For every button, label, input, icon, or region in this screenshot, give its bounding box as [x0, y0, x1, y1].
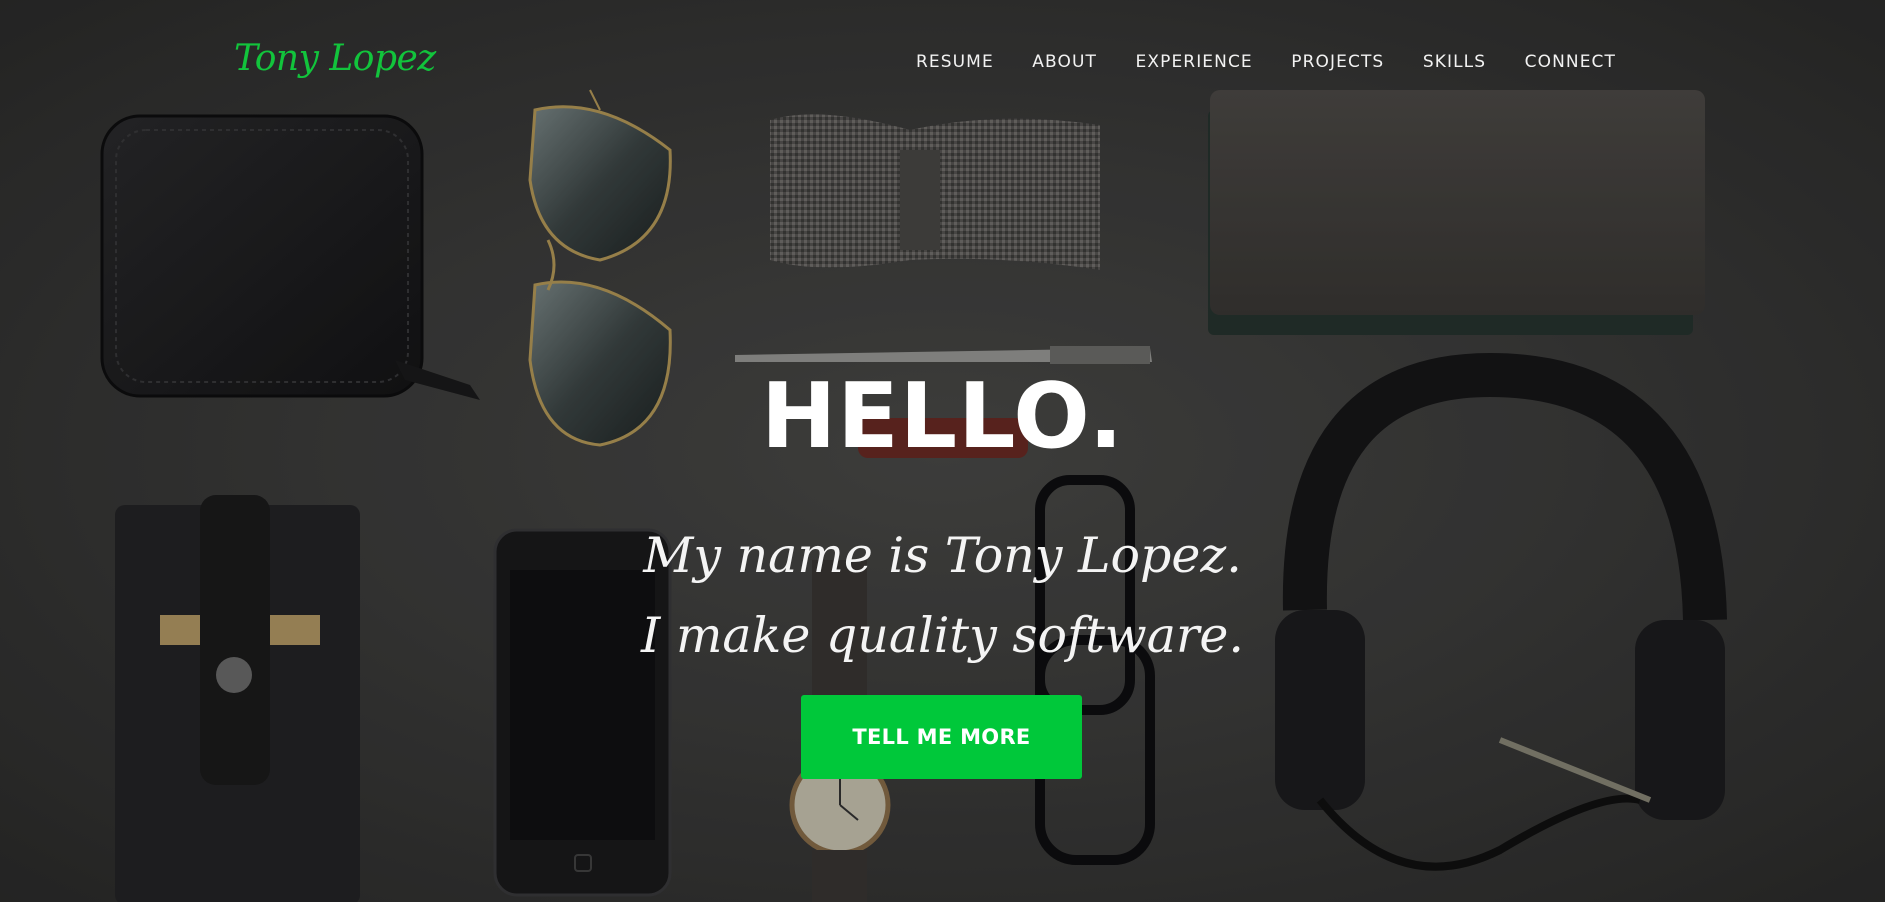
nav-link-about[interactable]: ABOUT	[1032, 52, 1097, 72]
nav-menu: RESUME ABOUT EXPERIENCE PROJECTS SKILLS …	[916, 52, 1616, 72]
brand-logo-link[interactable]: Tony Lopez	[234, 38, 436, 79]
nav-link-connect[interactable]: CONNECT	[1525, 52, 1616, 72]
hero-subheading-name: My name is Tony Lopez.	[643, 527, 1242, 584]
nav-link-projects[interactable]: PROJECTS	[1291, 52, 1384, 72]
navbar: Tony Lopez RESUME ABOUT EXPERIENCE PROJE…	[0, 0, 1885, 130]
nav-item-experience: EXPERIENCE	[1136, 52, 1253, 72]
nav-item-about: ABOUT	[1032, 52, 1097, 72]
nav-link-skills[interactable]: SKILLS	[1423, 52, 1486, 72]
nav-item-resume: RESUME	[916, 52, 994, 72]
hero-subheading-tagline: I make quality software.	[641, 607, 1244, 664]
nav-link-resume[interactable]: RESUME	[916, 52, 994, 72]
hero-headline: HELLO.	[760, 364, 1124, 469]
hero-section: Tony Lopez RESUME ABOUT EXPERIENCE PROJE…	[0, 0, 1885, 902]
nav-item-skills: SKILLS	[1423, 52, 1486, 72]
nav-item-connect: CONNECT	[1525, 52, 1616, 72]
tell-me-more-button[interactable]: TELL ME MORE	[801, 695, 1082, 779]
nav-item-projects: PROJECTS	[1291, 52, 1384, 72]
nav-link-experience[interactable]: EXPERIENCE	[1136, 52, 1253, 72]
